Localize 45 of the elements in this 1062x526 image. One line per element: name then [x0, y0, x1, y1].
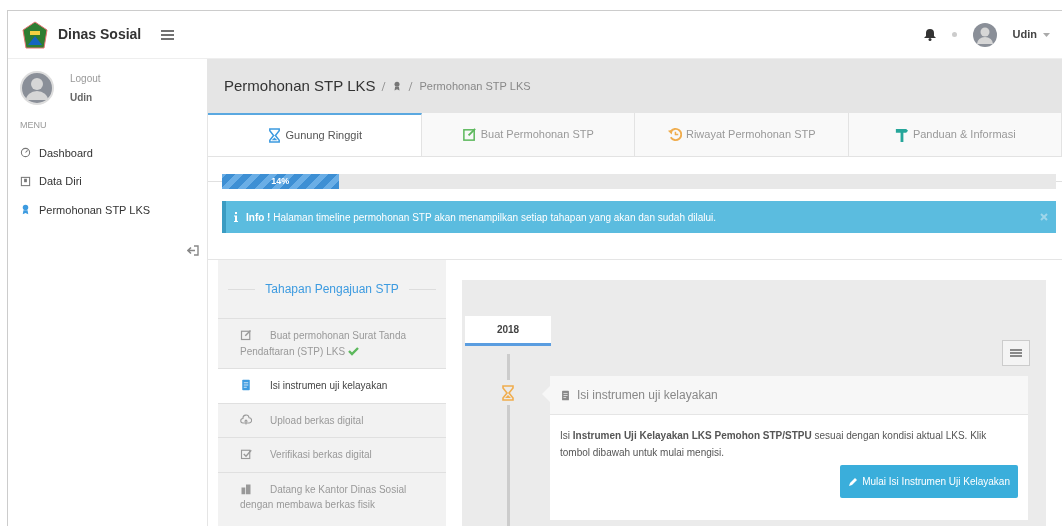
step-item[interactable]: Isi instrumen uji kelayakan [218, 368, 446, 403]
edit-icon [240, 329, 252, 341]
sidebar-item[interactable]: Data Diri [20, 167, 207, 196]
hourglass-icon [266, 128, 282, 143]
start-button[interactable]: Mulai Isi Instrumen Uji Kelayakan [840, 465, 1018, 498]
progress-label: 14% [271, 174, 290, 188]
cloud-upload-icon [240, 413, 252, 426]
status-dot-icon [951, 32, 957, 37]
logout-link[interactable]: Logout [70, 71, 101, 86]
avatar-icon[interactable] [972, 22, 997, 47]
signpost-icon [893, 127, 909, 142]
edit-icon [461, 127, 477, 142]
menu-button[interactable] [1002, 340, 1030, 366]
alert-text: Info ! Halaman timeline permohonan STP akan menampilkan setiap tahapan yang akan dan sudah dilalui. [246, 210, 717, 225]
caret-icon[interactable] [1043, 32, 1050, 37]
user-name: Udin [70, 91, 94, 105]
user-menu[interactable]: Udin [1012, 26, 1037, 43]
sidebar-item[interactable]: Permohonan STP LKS [20, 195, 207, 224]
breadcrumb-item: Permohonan STP LKS [419, 78, 531, 94]
timeline-title: Isi instrumen uji kelayakan [577, 387, 718, 404]
menu-label: MENU [20, 119, 48, 132]
page-title: Permohonan STP LKS [224, 75, 376, 96]
bell-icon[interactable] [923, 28, 936, 41]
steps-title: Tahapan Pengajuan STP [218, 260, 446, 318]
history-icon [666, 127, 682, 142]
building-icon [240, 482, 252, 495]
avatar-icon [20, 71, 54, 105]
tab[interactable]: Gunung Ringgit [208, 113, 422, 156]
separator-icon [408, 81, 414, 91]
separator-icon [381, 81, 387, 91]
document-icon [240, 379, 252, 391]
check-icon [347, 346, 359, 356]
menu-icon[interactable] [161, 29, 175, 40]
brand-title[interactable]: Dinas Sosial [58, 24, 142, 45]
year-label: 2018 [465, 316, 551, 346]
checkbox-icon [240, 448, 252, 460]
pencil-icon [848, 476, 859, 487]
document-icon [560, 389, 571, 401]
logo-icon [22, 20, 48, 49]
collapse-icon[interactable] [187, 245, 199, 256]
hourglass-icon [500, 385, 516, 402]
timeline-text: Isi Instrumen Uji Kelayakan LKS Pemohon STP/STPU sesuai dengan kondisi aktual LKS. Klik tombol dibawah untuk mulai mengisi. [560, 429, 988, 460]
sidebar-item[interactable]: Dashboard [20, 138, 207, 167]
info-icon [234, 212, 238, 222]
menu-icon [1010, 349, 1022, 357]
